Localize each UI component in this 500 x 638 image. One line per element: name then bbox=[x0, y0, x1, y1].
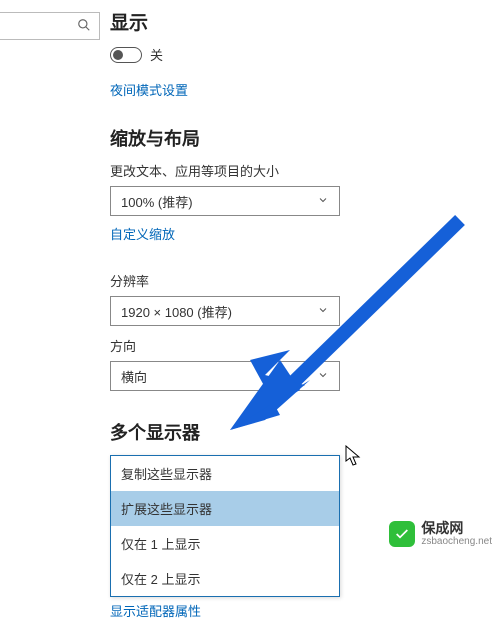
watermark-logo-icon bbox=[389, 521, 415, 547]
chevron-down-icon bbox=[317, 369, 329, 384]
search-icon bbox=[77, 18, 91, 35]
display-heading: 显示 bbox=[110, 8, 490, 35]
resolution-dropdown[interactable]: 1920 × 1080 (推荐) bbox=[110, 296, 340, 326]
chevron-down-icon bbox=[317, 194, 329, 209]
toggle-state-label: 关 bbox=[150, 45, 163, 64]
orientation-dropdown-value: 横向 bbox=[121, 367, 147, 386]
resolution-dropdown-value: 1920 × 1080 (推荐) bbox=[121, 302, 232, 321]
scale-heading: 缩放与布局 bbox=[110, 125, 490, 151]
multi-display-heading: 多个显示器 bbox=[110, 419, 490, 445]
scale-label: 更改文本、应用等项目的大小 bbox=[110, 161, 490, 180]
multi-display-dropdown-open[interactable]: 复制这些显示器 扩展这些显示器 仅在 1 上显示 仅在 2 上显示 bbox=[110, 455, 340, 597]
multi-display-option-only-1[interactable]: 仅在 1 上显示 bbox=[111, 526, 339, 561]
display-adapter-link[interactable]: 显示适配器属性 bbox=[110, 601, 201, 620]
scale-dropdown-value: 100% (推荐) bbox=[121, 192, 193, 211]
multi-display-option-extend[interactable]: 扩展这些显示器 bbox=[111, 491, 339, 526]
chevron-down-icon bbox=[317, 304, 329, 319]
watermark-brand: 保成网 bbox=[421, 521, 492, 536]
night-mode-toggle[interactable] bbox=[110, 47, 142, 63]
multi-display-option-duplicate[interactable]: 复制这些显示器 bbox=[111, 456, 339, 491]
night-mode-settings-link[interactable]: 夜间模式设置 bbox=[110, 80, 188, 99]
orientation-dropdown[interactable]: 横向 bbox=[110, 361, 340, 391]
watermark: 保成网 zsbaocheng.net bbox=[389, 521, 492, 547]
search-input[interactable] bbox=[0, 12, 100, 40]
orientation-label: 方向 bbox=[110, 336, 490, 355]
scale-dropdown[interactable]: 100% (推荐) bbox=[110, 186, 340, 216]
resolution-label: 分辨率 bbox=[110, 271, 490, 290]
multi-display-option-only-2[interactable]: 仅在 2 上显示 bbox=[111, 561, 339, 596]
watermark-url: zsbaocheng.net bbox=[421, 536, 492, 547]
custom-scale-link[interactable]: 自定义缩放 bbox=[110, 224, 175, 243]
